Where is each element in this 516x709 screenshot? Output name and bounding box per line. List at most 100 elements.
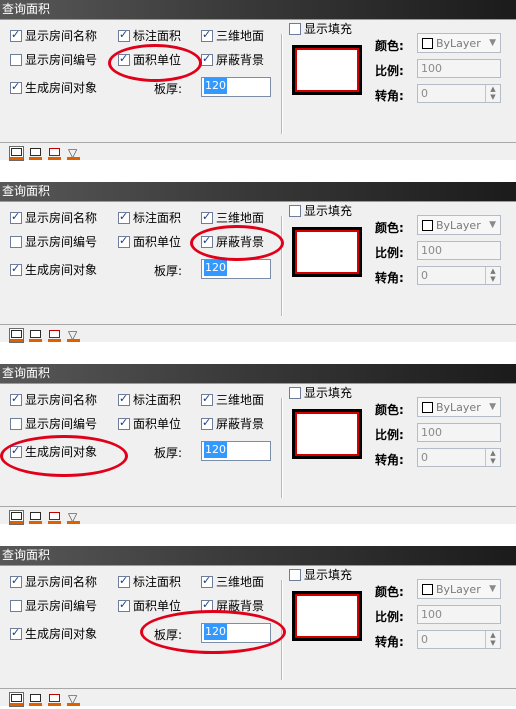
checkbox-box[interactable] [118, 52, 130, 66]
checkbox-box[interactable] [201, 574, 213, 588]
mask-background-checkbox[interactable]: 屏蔽背景 [201, 415, 264, 432]
checkbox-box[interactable] [118, 392, 130, 406]
mark-area-checkbox[interactable]: 标注面积 [118, 209, 181, 226]
mark-area-checkbox[interactable]: 标注面积 [118, 27, 181, 44]
angle-input[interactable]: 0 ▲ ▼ [417, 630, 501, 649]
checkbox-box[interactable] [201, 52, 213, 66]
checkbox-box[interactable] [10, 417, 22, 430]
chevron-down-icon[interactable]: ▼ [489, 402, 496, 412]
checkbox-box[interactable] [10, 53, 22, 66]
3d-floor-checkbox[interactable]: 三维地面 [201, 391, 264, 408]
checkbox-box[interactable] [118, 28, 130, 42]
room-icon[interactable] [29, 329, 42, 342]
fill-preview[interactable] [292, 409, 362, 459]
mark-area-checkbox[interactable]: 标注面积 [118, 391, 181, 408]
checkbox-box[interactable] [118, 210, 130, 224]
checkbox-box[interactable] [10, 626, 22, 640]
mark-area-checkbox[interactable]: 标注面积 [118, 573, 181, 590]
checkbox-box[interactable] [289, 22, 301, 35]
checkbox-box[interactable] [10, 444, 22, 458]
triangle-icon[interactable]: ▽ [67, 511, 80, 524]
checkbox-box[interactable] [10, 392, 22, 406]
show-room-number-checkbox[interactable]: 显示房间编号 [10, 415, 97, 432]
red-room-icon[interactable] [48, 693, 61, 706]
checkbox-box[interactable] [201, 234, 213, 248]
checkbox-box[interactable] [118, 234, 130, 248]
checkbox-box[interactable] [10, 599, 22, 612]
thickness-input[interactable]: 120 [201, 441, 271, 461]
create-room-object-checkbox[interactable]: 生成房间对象 [10, 261, 97, 278]
spinner-arrows-icon[interactable]: ▲ ▼ [485, 85, 500, 102]
chevron-down-icon[interactable]: ▼ [489, 38, 496, 48]
show-room-number-checkbox[interactable]: 显示房间编号 [10, 233, 97, 250]
fill-preview[interactable] [292, 227, 362, 277]
scale-input[interactable]: 100 [417, 423, 501, 442]
checkbox-box[interactable] [201, 210, 213, 224]
area-unit-checkbox[interactable]: 面积单位 [118, 597, 181, 614]
checkbox-box[interactable] [118, 574, 130, 588]
create-room-object-checkbox[interactable]: 生成房间对象 [10, 79, 97, 96]
scale-input[interactable]: 100 [417, 241, 501, 260]
room-icon[interactable] [29, 147, 42, 160]
red-room-icon[interactable] [48, 147, 61, 160]
floor-plan-icon[interactable] [9, 692, 24, 707]
show-fill-checkbox[interactable]: 显示填充 [289, 566, 352, 583]
checkbox-box[interactable] [10, 210, 22, 224]
angle-input[interactable]: 0 ▲ ▼ [417, 266, 501, 285]
floor-plan-icon[interactable] [9, 146, 24, 161]
floor-plan-icon[interactable] [9, 328, 24, 343]
angle-input[interactable]: 0 ▲ ▼ [417, 84, 501, 103]
color-dropdown[interactable]: ByLayer ▼ [417, 579, 501, 599]
checkbox-box[interactable] [10, 235, 22, 248]
area-unit-checkbox[interactable]: 面积单位 [118, 415, 181, 432]
red-room-icon[interactable] [48, 511, 61, 524]
spinner-arrows-icon[interactable]: ▲ ▼ [485, 631, 500, 648]
checkbox-box[interactable] [10, 574, 22, 588]
checkbox-box[interactable] [201, 28, 213, 42]
checkbox-box[interactable] [118, 416, 130, 430]
chevron-down-icon[interactable]: ▼ [489, 220, 496, 230]
checkbox-box[interactable] [10, 262, 22, 276]
show-fill-checkbox[interactable]: 显示填充 [289, 384, 352, 401]
thickness-input[interactable]: 120 [201, 77, 271, 97]
red-room-icon[interactable] [48, 329, 61, 342]
color-dropdown[interactable]: ByLayer ▼ [417, 33, 501, 53]
thickness-input[interactable]: 120 [201, 623, 271, 643]
checkbox-box[interactable] [201, 416, 213, 430]
checkbox-box[interactable] [201, 392, 213, 406]
3d-floor-checkbox[interactable]: 三维地面 [201, 209, 264, 226]
show-room-name-checkbox[interactable]: 显示房间名称 [10, 573, 97, 590]
area-unit-checkbox[interactable]: 面积单位 [118, 51, 181, 68]
create-room-object-checkbox[interactable]: 生成房间对象 [10, 443, 97, 460]
fill-preview[interactable] [292, 591, 362, 641]
chevron-down-icon[interactable]: ▼ [489, 584, 496, 594]
checkbox-box[interactable] [10, 80, 22, 94]
thickness-input[interactable]: 120 [201, 259, 271, 279]
floor-plan-icon[interactable] [9, 510, 24, 525]
show-room-name-checkbox[interactable]: 显示房间名称 [10, 27, 97, 44]
fill-preview[interactable] [292, 45, 362, 95]
area-unit-checkbox[interactable]: 面积单位 [118, 233, 181, 250]
triangle-icon[interactable]: ▽ [67, 693, 80, 706]
mask-background-checkbox[interactable]: 屏蔽背景 [201, 51, 264, 68]
spinner-arrows-icon[interactable]: ▲ ▼ [485, 267, 500, 284]
show-fill-checkbox[interactable]: 显示填充 [289, 20, 352, 37]
show-room-number-checkbox[interactable]: 显示房间编号 [10, 597, 97, 614]
checkbox-box[interactable] [289, 204, 301, 217]
triangle-icon[interactable]: ▽ [67, 147, 80, 160]
show-room-number-checkbox[interactable]: 显示房间编号 [10, 51, 97, 68]
room-icon[interactable] [29, 511, 42, 524]
color-dropdown[interactable]: ByLayer ▼ [417, 397, 501, 417]
room-icon[interactable] [29, 693, 42, 706]
spinner-arrows-icon[interactable]: ▲ ▼ [485, 449, 500, 466]
color-dropdown[interactable]: ByLayer ▼ [417, 215, 501, 235]
checkbox-box[interactable] [118, 598, 130, 612]
checkbox-box[interactable] [289, 386, 301, 399]
checkbox-box[interactable] [201, 598, 213, 612]
scale-input[interactable]: 100 [417, 605, 501, 624]
create-room-object-checkbox[interactable]: 生成房间对象 [10, 625, 97, 642]
3d-floor-checkbox[interactable]: 三维地面 [201, 27, 264, 44]
triangle-icon[interactable]: ▽ [67, 329, 80, 342]
checkbox-box[interactable] [289, 568, 301, 581]
show-room-name-checkbox[interactable]: 显示房间名称 [10, 391, 97, 408]
